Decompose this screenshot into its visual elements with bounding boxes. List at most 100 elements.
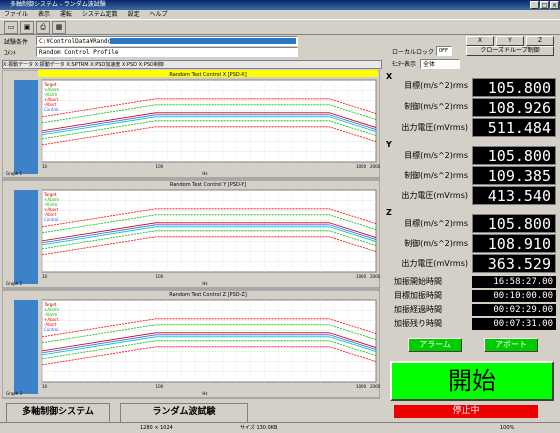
open-icon[interactable]: ▭ [4, 21, 18, 34]
minimize-button[interactable]: _ [530, 1, 539, 9]
start-time-label: 加振開始時間 [394, 277, 442, 286]
y-output-value: 413.540 [472, 186, 556, 205]
status-bar: 1280 × 1024 サイズ 130.0KB 100% [0, 422, 560, 433]
close-button[interactable]: × [550, 1, 559, 9]
file-label: 試験条件 [4, 39, 29, 46]
x-tick-label: 1000 [356, 164, 367, 169]
x-tick-label: 100 [156, 384, 164, 389]
x-output-value: 511.484 [472, 118, 556, 137]
y-control-value: 109.385 [472, 166, 556, 185]
stop-status: 停止中 [394, 405, 538, 418]
z-control-value: 108.910 [472, 234, 556, 253]
system-name-label: 多軸制御システム [6, 403, 110, 423]
axis-x-button[interactable]: X [466, 36, 494, 46]
closed-loop-button[interactable]: クローズドループ制御 [466, 46, 554, 56]
x-tick-label: 100 [156, 164, 164, 169]
x-tick-label: 10 [42, 384, 48, 389]
axis-y-title: Y [386, 140, 392, 149]
target-time-label: 目標加振時間 [394, 291, 442, 300]
y-axis-bar [14, 300, 38, 394]
chart-caption: Random Test Control X [PSD-X] [169, 72, 246, 78]
monitor-select[interactable]: 全体 [420, 59, 460, 69]
title-bar: 多軸制御システム - ランダム波試験 _ □ × [0, 0, 560, 10]
comment-label: ｺﾒﾝﾄ [4, 50, 17, 57]
x-target-value: 105.800 [472, 78, 556, 97]
time-panel: 加振開始時間 16:58:27.00 目標加振時間 00:10:00.00 加振… [386, 276, 558, 332]
status-resolution: 1280 × 1024 [140, 425, 173, 431]
status-zoom: 100% [500, 425, 515, 431]
elapsed-time-label: 加振経過時間 [394, 305, 442, 314]
x-tick-label: 10 [42, 274, 48, 279]
x-axis-label: Hz [202, 281, 207, 286]
local-lock-label: ローカルロック [392, 49, 435, 56]
y-axis-bar [14, 190, 38, 284]
elapsed-time-value: 00:02:29.00 [472, 304, 556, 316]
x-tick-label: 1000 [356, 384, 367, 389]
progress-bar [110, 38, 296, 44]
graph-footer: Graph 3 [6, 391, 23, 396]
chart-caption: Random Test Control Y [PSD-Y] [170, 182, 246, 188]
graph-footer: Graph 2 [6, 281, 23, 286]
graph-tab-strip[interactable]: X:振動データ X:振動データ X:SPTRM X:PSD加速度 X:PSD X… [2, 60, 382, 69]
x-tick-label: 2000 [370, 384, 380, 389]
comment-value: Random Control Profile [39, 49, 119, 56]
z-target-value: 105.800 [472, 214, 556, 233]
z-target-label: 目標(m/s^2)rms [404, 219, 468, 228]
start-time-value: 16:58:27.00 [472, 276, 556, 288]
menu-run[interactable]: 運転 [56, 10, 76, 19]
chart-caption: Random Test Control Z [PSD-Z] [169, 292, 247, 298]
legend-entry: Control [44, 327, 58, 332]
x-axis-label: Hz [202, 391, 207, 396]
remaining-time-value: 00:07:31.00 [472, 318, 556, 330]
window-title: 多軸制御システム - ランダム波試験 [10, 1, 106, 8]
x-tick-label: 1000 [356, 274, 367, 279]
x-tick-label: 2000 [370, 274, 380, 279]
monitor-label: ﾓﾆﾀｰ表示 [392, 61, 417, 68]
test-name-label: ランダム波試験 [120, 403, 248, 423]
legend-entry: Control [44, 107, 58, 112]
x-tick-label: 10 [42, 164, 48, 169]
maximize-button[interactable]: □ [540, 1, 549, 9]
target-time-value: 00:10:00.00 [472, 290, 556, 302]
y-axis-bar [14, 80, 38, 174]
psd-charts: Random Test Control X [PSD-X]Target+Alar… [1, 69, 381, 399]
y-target-value: 105.800 [472, 146, 556, 165]
x-tick-label: 2000 [370, 164, 380, 169]
axis-values-panel: X 目標(m/s^2)rms 105.800 制御(m/s^2)rms 108.… [386, 72, 558, 273]
chart-area: Random Test Control X [PSD-X] Target +Alar… [1, 69, 381, 400]
x-output-label: 出力電圧(mVrms) [401, 123, 468, 132]
axis-z-title: Z [386, 208, 392, 217]
comment-field[interactable]: Random Control Profile [36, 47, 298, 57]
x-target-label: 目標(m/s^2)rms [404, 81, 468, 90]
abort-button[interactable]: アボート [484, 338, 538, 352]
settings-icon[interactable]: ▦ [52, 21, 66, 34]
menu-file[interactable]: ファイル [0, 10, 32, 19]
z-control-label: 制御(m/s^2)rms [404, 239, 468, 248]
y-target-label: 目標(m/s^2)rms [404, 151, 468, 160]
print-icon[interactable]: ⎙ [36, 21, 50, 34]
menu-help[interactable]: ヘルプ [146, 10, 172, 19]
axis-y-button[interactable]: Y [496, 36, 524, 46]
x-tick-label: 100 [156, 274, 164, 279]
toolbar: ▭ ▣ ⎙ ▦ [0, 19, 560, 35]
remaining-time-label: 加振残り時間 [394, 319, 442, 328]
alarm-button[interactable]: アラーム [408, 338, 462, 352]
local-lock-value[interactable]: OFF [436, 46, 452, 56]
menu-system[interactable]: システム定数 [78, 10, 122, 19]
legend-entry: Control [44, 217, 58, 222]
graph-footer: Graph 1 [6, 171, 23, 176]
start-button[interactable]: 開始 [390, 361, 554, 401]
menu-bar: ファイル 表示 運転 システム定数 設定 ヘルプ [0, 10, 560, 19]
x-axis-label: Hz [202, 171, 207, 176]
y-control-label: 制御(m/s^2)rms [404, 171, 468, 180]
x-control-value: 108.926 [472, 98, 556, 117]
menu-settings[interactable]: 設定 [124, 10, 144, 19]
x-control-label: 制御(m/s^2)rms [404, 102, 468, 111]
z-output-label: 出力電圧(mVrms) [401, 259, 468, 268]
y-output-label: 出力電圧(mVrms) [401, 191, 468, 200]
save-icon[interactable]: ▣ [20, 21, 34, 34]
menu-view[interactable]: 表示 [34, 10, 54, 19]
status-size: サイズ 130.0KB [240, 425, 278, 431]
axis-z-button[interactable]: Z [526, 36, 554, 46]
z-output-value: 363.529 [472, 254, 556, 273]
